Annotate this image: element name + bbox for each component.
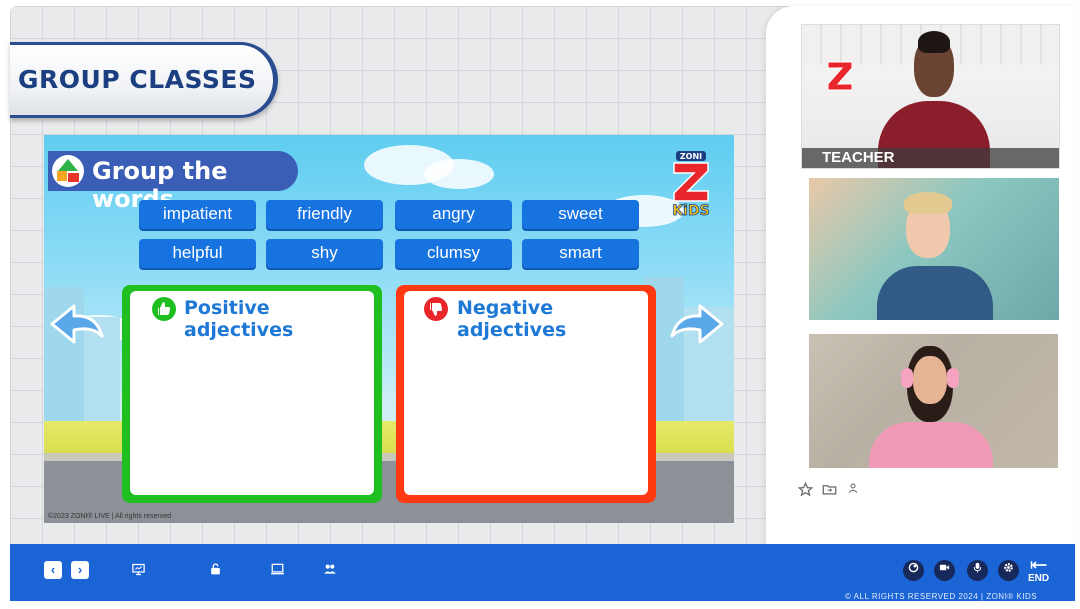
banner-title: GROUP CLASSES bbox=[18, 65, 257, 94]
end-call-button[interactable]: END bbox=[1028, 560, 1049, 584]
cloud bbox=[424, 159, 494, 189]
previous-button[interactable]: ‹ bbox=[44, 561, 62, 579]
word-chip[interactable]: sweet bbox=[522, 200, 639, 229]
student-video-tile-2[interactable] bbox=[809, 334, 1058, 468]
next-button[interactable]: › bbox=[71, 561, 89, 579]
lock-icon[interactable] bbox=[209, 562, 222, 579]
word-chip[interactable]: clumsy bbox=[395, 239, 512, 268]
teacher-label: TEACHER bbox=[802, 148, 1059, 168]
word-chip[interactable]: angry bbox=[395, 200, 512, 229]
teacher-hair bbox=[918, 31, 950, 53]
end-label: END bbox=[1028, 573, 1050, 584]
next-slide-arrow-icon[interactable] bbox=[668, 302, 726, 348]
exit-arrow-icon bbox=[1030, 561, 1047, 569]
participants-icon[interactable] bbox=[323, 562, 337, 579]
headphones-icon bbox=[947, 368, 959, 388]
star-icon[interactable] bbox=[797, 481, 814, 500]
student-head bbox=[913, 356, 947, 404]
negative-label: Negative adjectives bbox=[457, 297, 567, 341]
positive-drop-zone[interactable]: Positive adjectives bbox=[122, 285, 382, 503]
microphone-icon[interactable] bbox=[967, 560, 988, 581]
thumbs-up-icon bbox=[152, 297, 176, 321]
camera-icon[interactable] bbox=[934, 560, 955, 581]
user-icon[interactable] bbox=[847, 482, 859, 497]
student-body bbox=[869, 422, 993, 468]
footer-copyright: © ALL RIGHTS RESERVED 2024 | ZONI® KIDS bbox=[845, 592, 1038, 601]
headphones-icon bbox=[901, 368, 913, 388]
app-window: GROUP CLASSES Group the words ZONI KiDS … bbox=[0, 0, 1080, 609]
zoni-kids-logo: ZONI KiDS bbox=[662, 149, 720, 219]
slide-title-pill: Group the words bbox=[48, 151, 298, 213]
group-classes-banner: GROUP CLASSES bbox=[10, 42, 278, 118]
student-body bbox=[877, 266, 993, 320]
teacher-video-tile[interactable]: TEACHER bbox=[801, 24, 1060, 169]
word-chip[interactable]: shy bbox=[266, 239, 383, 268]
student-hair bbox=[904, 192, 952, 214]
word-chip[interactable]: impatient bbox=[139, 200, 256, 229]
word-chip[interactable]: helpful bbox=[139, 239, 256, 268]
slide-copyright: ©2023 ZONI® LIVE | All rights reserved bbox=[48, 513, 172, 520]
presentation-icon[interactable] bbox=[131, 562, 146, 580]
word-chip[interactable]: friendly bbox=[266, 200, 383, 229]
whiteboard-icon[interactable] bbox=[903, 560, 924, 581]
control-bar: ‹ › END © ALL RIGHTS RESERVED 2024 | ZON… bbox=[10, 544, 1075, 601]
lesson-slide: Group the words ZONI KiDS impatient frie… bbox=[44, 135, 734, 523]
thumbs-down-icon bbox=[424, 297, 448, 321]
negative-drop-zone[interactable]: Negative adjectives bbox=[396, 285, 656, 503]
svg-text:KiDS: KiDS bbox=[672, 203, 709, 219]
positive-label: Positive adjectives bbox=[184, 297, 294, 341]
previous-slide-arrow-icon[interactable] bbox=[48, 302, 106, 348]
zoni-z-logo bbox=[824, 59, 856, 93]
settings-icon[interactable] bbox=[998, 560, 1019, 581]
student-video-tile-1[interactable] bbox=[809, 178, 1059, 320]
shapes-icon bbox=[52, 155, 84, 187]
folder-move-icon[interactable] bbox=[822, 482, 837, 500]
svg-text:ZONI: ZONI bbox=[680, 152, 702, 161]
word-chip[interactable]: smart bbox=[522, 239, 639, 268]
screen-share-icon[interactable] bbox=[270, 562, 285, 579]
